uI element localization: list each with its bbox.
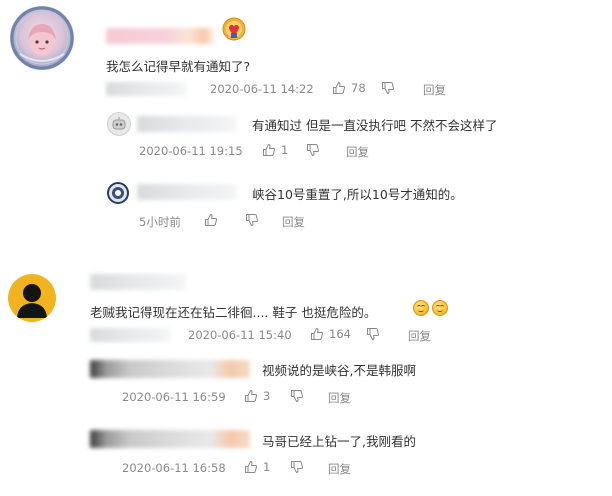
avatar-illustration [10,6,74,70]
thumbs-down-icon [306,143,320,157]
thumbs-down-icon [290,389,304,403]
dislike-button[interactable] [366,327,380,341]
like-button[interactable] [204,213,218,227]
like-count: 3 [263,389,271,403]
username-blurred[interactable] [137,116,237,132]
meta-blurred [106,82,186,96]
thumbs-down-icon [381,81,395,95]
like-count: 1 [263,460,271,474]
username-blurred[interactable] [137,184,237,200]
dislike-button[interactable] [245,213,259,227]
reply-button[interactable]: 回复 [328,461,351,477]
meta-blurred [90,328,170,342]
thumbs-up-icon [310,327,324,341]
thumbs-up-icon [244,460,258,474]
timestamp: 5小时前 [139,215,181,229]
reply-button[interactable]: 回复 [346,144,369,160]
reply-text: 有通知过 但是一直没执行吧 不然不会这样了 [252,118,498,133]
thumbs-up-icon [262,143,276,157]
like-count: 164 [329,327,351,341]
timestamp: 2020-06-11 16:59 [122,390,226,404]
grin-emoji-icon [432,300,448,316]
heart-badge-icon [222,17,246,41]
grin-emoji-icon [413,300,429,316]
dislike-button[interactable] [306,143,320,157]
person-silhouette-icon [17,284,47,318]
like-button[interactable]: 1 [244,460,270,474]
like-button[interactable]: 3 [244,389,270,403]
username-blurred[interactable] [106,28,216,44]
reply-button[interactable]: 回复 [282,214,305,230]
thumbs-up-icon [332,81,346,95]
avatar[interactable] [107,112,131,136]
robot-icon [112,117,126,130]
timestamp: 2020-06-11 19:15 [139,144,243,158]
timestamp: 2020-06-11 14:22 [210,82,314,96]
like-button[interactable]: 1 [262,143,288,157]
reply-text: 马哥已经上钻一了,我刚看的 [262,434,416,449]
reply-button[interactable]: 回复 [423,82,446,98]
avatar[interactable] [107,182,129,204]
avatar[interactable] [8,274,56,322]
dislike-button[interactable] [290,389,304,403]
reply-text: 视频说的是峡谷,不是韩服啊 [262,363,416,378]
thumbs-down-icon [366,327,380,341]
like-count: 78 [351,81,366,95]
dislike-button[interactable] [290,460,304,474]
thumbs-down-icon [245,213,259,227]
reply-button[interactable]: 回复 [408,328,431,344]
like-button[interactable]: 78 [332,81,366,95]
avatar-illustration [109,184,127,202]
thumbs-up-icon [204,213,218,227]
dislike-button[interactable] [381,81,395,95]
thumbs-down-icon [290,460,304,474]
comment-text: 我怎么记得早就有通知了? [106,59,251,74]
avatar[interactable] [10,6,74,70]
username-blurred[interactable] [90,430,250,448]
like-button[interactable]: 164 [310,327,351,341]
reply-text: 峡谷10号重置了,所以10号才通知的。 [252,187,463,202]
reply-button[interactable]: 回复 [328,390,351,406]
timestamp: 2020-06-11 16:58 [122,461,226,475]
comment-text: 老贼我记得现在还在钻二徘徊.... 鞋子 也挺危险的。 [90,305,377,320]
username-blurred[interactable] [90,274,186,290]
like-count: 1 [281,143,289,157]
thumbs-up-icon [244,389,258,403]
username-blurred[interactable] [90,360,250,378]
timestamp: 2020-06-11 15:40 [188,328,292,342]
